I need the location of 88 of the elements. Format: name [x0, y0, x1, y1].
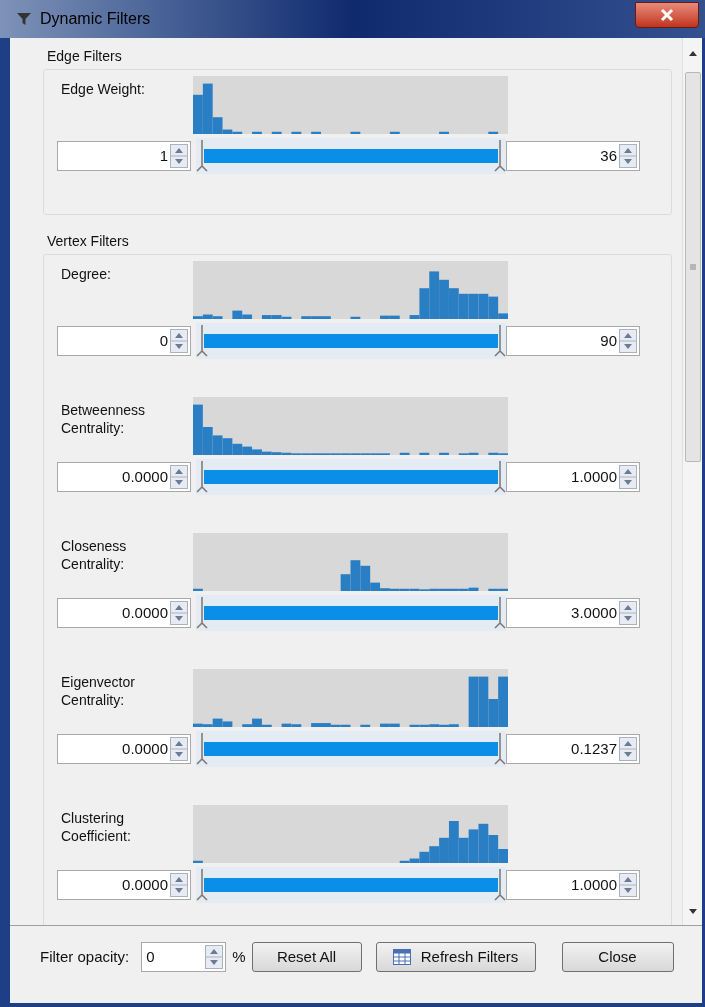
- slider-thumb[interactable]: [196, 461, 208, 494]
- percent-label: %: [232, 946, 246, 967]
- filter-label: Eigenvector Centrality:: [60, 673, 136, 710]
- dialog-button[interactable]: Reset All: [251, 942, 362, 972]
- slider-thumb[interactable]: [494, 869, 506, 902]
- spinner-arrows-icon[interactable]: [170, 144, 188, 168]
- max-value-field[interactable]: 3.0000: [506, 598, 640, 628]
- scrollbar[interactable]: [682, 38, 702, 925]
- histogram-bar: [468, 293, 479, 319]
- table-icon: [392, 949, 411, 965]
- slider-thumb[interactable]: [196, 869, 208, 902]
- histogram-bar: [439, 131, 449, 134]
- grip-icon: [689, 264, 696, 270]
- slider-thumb[interactable]: [494, 461, 506, 494]
- histogram-bar: [222, 438, 233, 455]
- opacity-field[interactable]: 0: [141, 942, 227, 972]
- max-value-field[interactable]: 0.1237: [506, 734, 640, 764]
- scroll-up-icon[interactable]: [688, 50, 697, 56]
- histogram-bar: [311, 131, 321, 134]
- dialog-button[interactable]: Refresh Filters: [375, 942, 536, 972]
- min-value-field[interactable]: 0.0000: [57, 462, 191, 492]
- histogram-bar: [458, 293, 469, 319]
- filter-label: Betweenness Centrality:: [60, 401, 147, 438]
- histogram-bar: [478, 293, 489, 319]
- histogram-bar: [439, 279, 449, 319]
- histogram-bar: [193, 94, 203, 134]
- histogram-bar: [448, 288, 459, 319]
- filter-label: Degree:: [60, 265, 112, 284]
- spinner-arrows-icon[interactable]: [170, 465, 188, 489]
- filter-label: Edge Weight:: [60, 80, 146, 99]
- histogram-bar: [488, 131, 499, 134]
- min-value-field[interactable]: 0: [57, 326, 191, 356]
- histogram-bar: [419, 452, 430, 455]
- scroll-down-icon[interactable]: [688, 909, 697, 915]
- opacity-label: Filter opacity:: [40, 946, 130, 967]
- max-value-field[interactable]: 90: [506, 326, 640, 356]
- filter-label: Clustering Coefficient:: [60, 809, 132, 846]
- histogram-bar: [291, 131, 302, 134]
- histogram-bar: [232, 443, 243, 455]
- max-value-field[interactable]: 1.0000: [506, 462, 640, 492]
- slider-thumb[interactable]: [196, 140, 208, 173]
- group-title: Vertex Filters: [47, 232, 130, 251]
- funnel-icon: [16, 11, 32, 27]
- slider-thumb[interactable]: [196, 325, 208, 358]
- slider-thumb[interactable]: [196, 597, 208, 630]
- spinner-arrows-icon[interactable]: [619, 144, 637, 168]
- spinner-arrows-icon[interactable]: [619, 873, 637, 897]
- histogram-bar: [271, 131, 282, 134]
- histogram-bar: [350, 316, 361, 319]
- min-value-field[interactable]: 0.0000: [57, 870, 191, 900]
- filter-label: Closeness Centrality:: [60, 537, 128, 574]
- min-value-field[interactable]: 1: [57, 141, 191, 171]
- window-title: Dynamic Filters: [40, 9, 151, 29]
- histogram-bar: [252, 131, 262, 134]
- spinner-arrows-icon[interactable]: [170, 329, 188, 353]
- dialog-button[interactable]: Close: [561, 942, 674, 972]
- spinner-arrows-icon[interactable]: [170, 873, 188, 897]
- spinner-arrows-icon[interactable]: [619, 737, 637, 761]
- spinner-arrows-icon[interactable]: [170, 601, 188, 625]
- scroll-thumb[interactable]: [684, 72, 701, 462]
- histogram-bar: [193, 860, 203, 863]
- slider-thumb[interactable]: [196, 733, 208, 766]
- histogram-bar: [193, 588, 203, 591]
- spinner-arrows-icon[interactable]: [619, 329, 637, 353]
- histogram-bar: [399, 452, 410, 455]
- min-value-field[interactable]: 0.0000: [57, 598, 191, 628]
- close-icon: [660, 8, 674, 22]
- slider-thumb[interactable]: [494, 733, 506, 766]
- histogram-bar: [439, 452, 449, 455]
- max-value-field[interactable]: 36: [506, 141, 640, 171]
- spinner-arrows-icon[interactable]: [205, 945, 224, 969]
- spinner-arrows-icon[interactable]: [170, 737, 188, 761]
- min-value-field[interactable]: 0.0000: [57, 734, 191, 764]
- histogram-bar: [468, 676, 479, 727]
- histogram-bar: [212, 435, 223, 455]
- histogram-bar: [389, 131, 400, 134]
- histogram-bar: [350, 131, 361, 134]
- close-button[interactable]: [635, 2, 699, 28]
- group-title: Edge Filters: [47, 47, 123, 66]
- max-value-field[interactable]: 1.0000: [506, 870, 640, 900]
- spinner-arrows-icon[interactable]: [619, 601, 637, 625]
- histogram-bar: [360, 724, 371, 727]
- histogram-bar: [478, 823, 489, 863]
- spinner-arrows-icon[interactable]: [619, 465, 637, 489]
- slider-thumb[interactable]: [494, 140, 506, 173]
- histogram-bar: [468, 829, 479, 863]
- slider-thumb[interactable]: [494, 325, 506, 358]
- slider-thumb[interactable]: [494, 597, 506, 630]
